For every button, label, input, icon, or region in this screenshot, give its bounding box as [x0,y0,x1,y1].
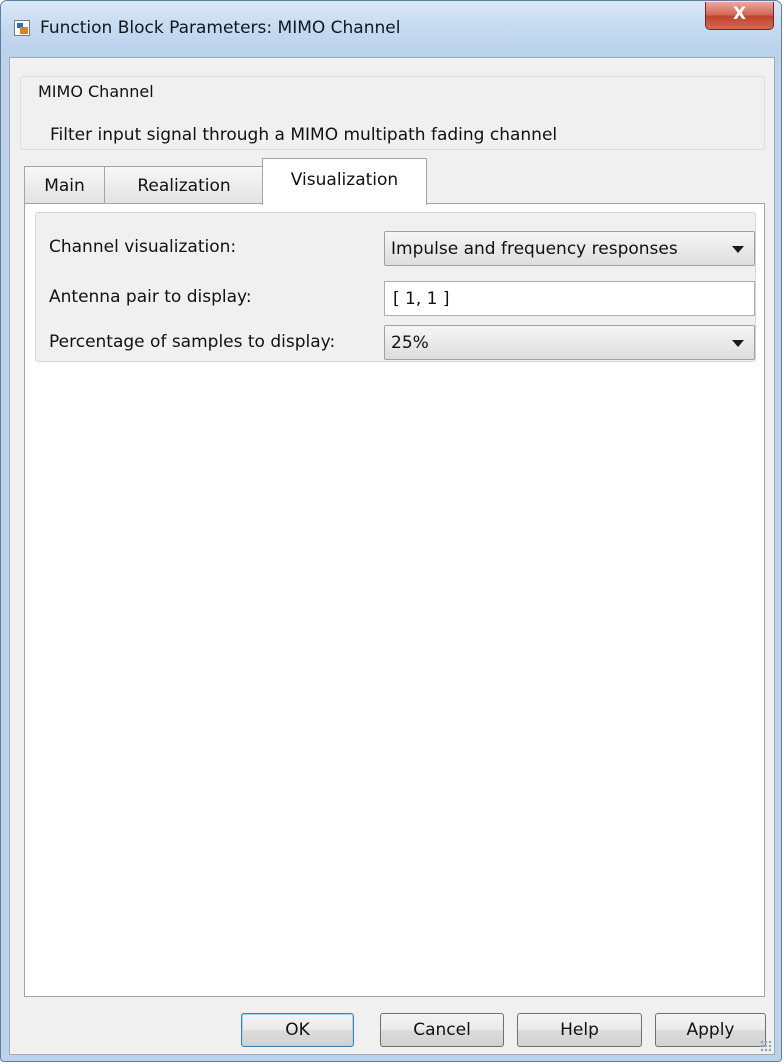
chevron-down-icon [732,246,744,253]
chevron-down-icon [732,340,744,347]
ok-button[interactable]: OK [241,1013,354,1047]
antenna-pair-label: Antenna pair to display: [49,287,252,307]
visualization-parameters-group: Channel visualization: Impulse and frequ… [35,212,756,362]
tab-bar: Main Realization Visualization [24,158,764,205]
title-bar[interactable]: Function Block Parameters: MIMO Channel … [1,1,781,57]
close-icon: X [732,4,747,24]
block-description: Filter input signal through a MIMO multi… [50,125,558,145]
apply-button[interactable]: Apply [655,1013,766,1047]
percentage-samples-value: 25% [391,333,429,353]
tab-visualization[interactable]: Visualization [262,158,427,205]
resize-grip[interactable] [760,1040,772,1052]
antenna-pair-value: [ 1, 1 ] [393,289,450,309]
tab-main[interactable]: Main [24,166,105,203]
simulink-block-icon-part-b [20,27,28,34]
percentage-samples-label: Percentage of samples to display: [49,332,336,352]
channel-visualization-value: Impulse and frequency responses [391,239,678,259]
dialog-client-area: MIMO Channel Filter input signal through… [9,57,775,1055]
channel-visualization-label: Channel visualization: [49,237,237,257]
dialog-window: Function Block Parameters: MIMO Channel … [0,0,782,1062]
close-button[interactable]: X [705,2,774,30]
tab-panel-visualization: Channel visualization: Impulse and frequ… [24,203,765,997]
window-title: Function Block Parameters: MIMO Channel [40,18,401,38]
block-name: MIMO Channel [34,82,158,101]
dialog-button-row: OK Cancel Help Apply [10,1013,774,1053]
tab-realization[interactable]: Realization [104,166,264,203]
help-button[interactable]: Help [517,1013,642,1047]
simulink-block-icon [14,20,30,36]
cancel-button[interactable]: Cancel [380,1013,504,1047]
antenna-pair-input[interactable]: [ 1, 1 ] [384,281,755,316]
block-description-group: MIMO Channel Filter input signal through… [20,76,765,150]
percentage-samples-dropdown[interactable]: 25% [384,325,755,360]
channel-visualization-dropdown[interactable]: Impulse and frequency responses [384,231,755,266]
